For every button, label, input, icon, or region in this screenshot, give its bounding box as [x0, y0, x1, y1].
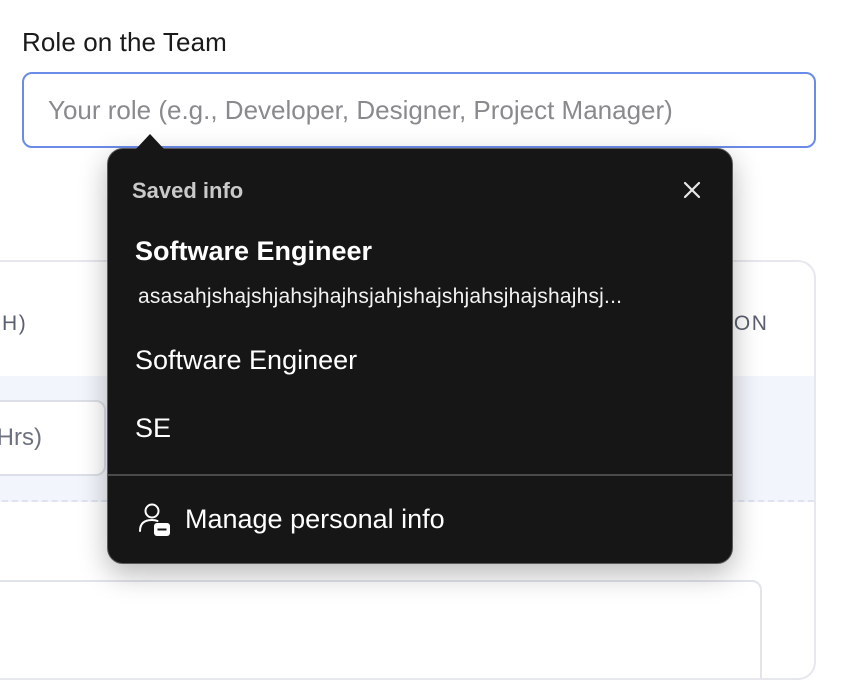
role-field-label: Role on the Team — [22, 27, 227, 57]
suggestion-item[interactable]: Software Engineer — [108, 333, 732, 393]
popup-caret — [136, 134, 164, 149]
description-textarea[interactable] — [0, 580, 762, 678]
suggestion-secondary-text: asasahjshajshjahsjhajhsjahjshajshjahsjha… — [138, 285, 623, 308]
person-card-icon — [136, 502, 174, 540]
suggestion-item[interactable]: SE — [108, 401, 732, 461]
close-icon[interactable] — [676, 174, 708, 206]
table-header-left: H) — [2, 312, 28, 335]
suggestion-primary-text: Software Engineer — [135, 236, 373, 266]
manage-personal-info-button[interactable]: Manage personal info — [108, 476, 732, 563]
autofill-popup: Saved info Software Engineer asasahjshaj… — [107, 148, 733, 564]
popup-title: Saved info — [132, 178, 244, 203]
suggestion-primary-text: Software Engineer — [135, 345, 358, 375]
suggestion-item[interactable]: Software Engineer asasahjshajshjahsjhajh… — [108, 227, 732, 327]
hours-input[interactable]: Hrs) — [0, 400, 106, 476]
manage-personal-info-label: Manage personal info — [185, 504, 445, 534]
suggestion-primary-text: SE — [135, 413, 172, 443]
